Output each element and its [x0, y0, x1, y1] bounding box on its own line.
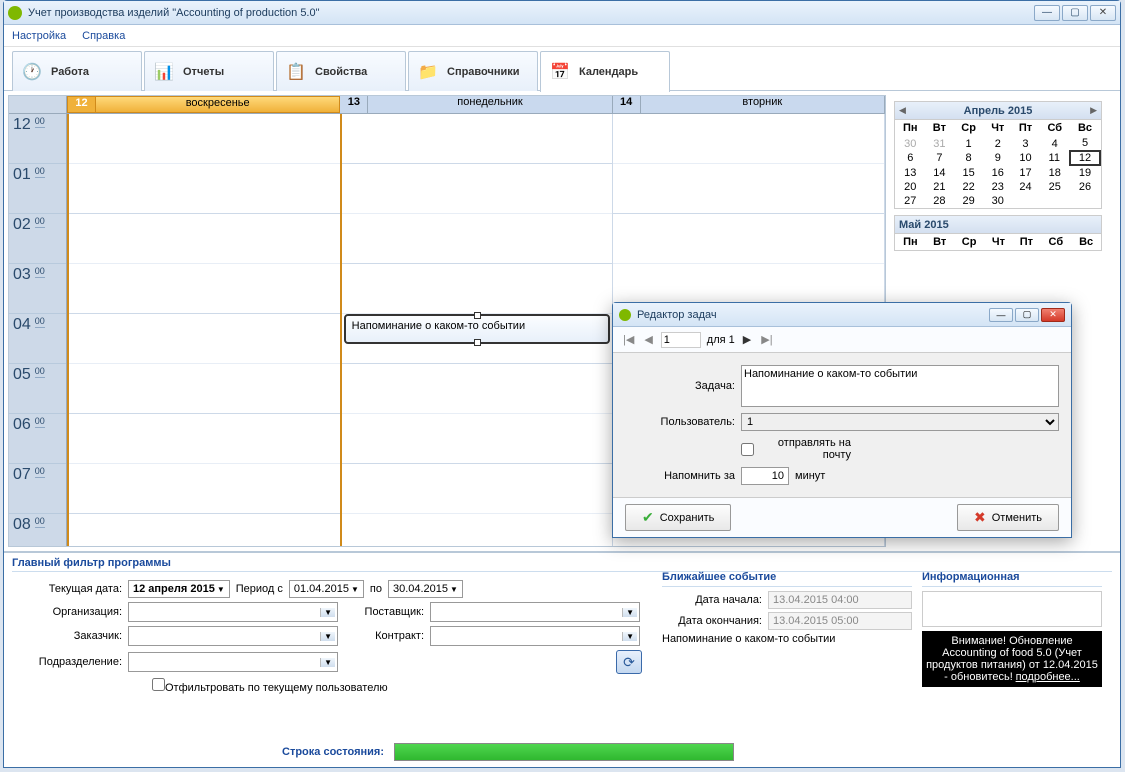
current-date-label: Текущая дата:: [12, 583, 122, 595]
cancel-button[interactable]: ✖Отменить: [957, 504, 1059, 531]
status-label: Строка состояния:: [282, 746, 384, 758]
nav-first-icon[interactable]: |◀: [621, 333, 636, 346]
month-may-table[interactable]: ПнВтСрЧтПтСбВс: [895, 234, 1101, 250]
filter-title: Главный фильтр программы: [12, 557, 1112, 572]
period-from-label: Период с: [236, 583, 283, 595]
clipboard-icon: 📋: [285, 61, 307, 83]
check-icon: ✔: [642, 509, 654, 526]
nearest-start: 13.04.2015 04:00: [768, 591, 912, 609]
tab-work[interactable]: 🕐Работа: [12, 51, 142, 91]
send-mail-checkbox[interactable]: отправлять на почту: [741, 437, 851, 461]
app-icon: [8, 6, 22, 20]
remind-spinner[interactable]: [741, 467, 789, 485]
dialog-close-button[interactable]: ✕: [1041, 308, 1065, 322]
tabstrip: 🕐Работа 📊Отчеты 📋Свойства 📁Справочники 📅…: [4, 47, 1120, 91]
dialog-minimize-button[interactable]: —: [989, 308, 1013, 322]
info-title: Информационная: [922, 571, 1102, 587]
remind-unit: минут: [795, 470, 825, 482]
supplier-label: Поставщик:: [344, 606, 424, 618]
window-title: Учет производства изделий "Accounting of…: [28, 7, 1034, 19]
dialog-app-icon: [619, 309, 631, 321]
task-textarea[interactable]: Напоминание о каком-то событии: [741, 365, 1059, 407]
calendar-event[interactable]: Напоминание о каком-то событии: [344, 314, 611, 344]
supplier-combo[interactable]: ▼: [430, 602, 640, 622]
day-column-12[interactable]: [67, 114, 342, 546]
chart-icon: 📊: [153, 61, 175, 83]
minimize-button[interactable]: —: [1034, 5, 1060, 21]
clock-icon: 🕐: [21, 61, 43, 83]
tab-references[interactable]: 📁Справочники: [408, 51, 538, 91]
nearest-start-label: Дата начала:: [662, 594, 762, 606]
period-from-picker[interactable]: 01.04.2015▼: [289, 580, 364, 598]
month-prev[interactable]: ◀: [899, 105, 906, 116]
nav-page-input[interactable]: [661, 332, 701, 348]
nearest-text: Напоминание о каком-то событии: [662, 633, 835, 645]
contract-label: Контракт:: [344, 630, 424, 642]
customer-label: Заказчик:: [12, 630, 122, 642]
customer-combo[interactable]: ▼: [128, 626, 338, 646]
nav-last-icon[interactable]: ▶|: [759, 333, 774, 346]
filter-by-user-checkbox[interactable]: Отфильтровать по текущему пользователю: [152, 678, 388, 694]
period-to-label: по: [370, 583, 382, 595]
day-header-12[interactable]: 12воскресенье: [67, 96, 340, 113]
task-editor-dialog: Редактор задач — ▢ ✕ |◀ ◀ для 1 ▶ ▶| Зад…: [612, 302, 1072, 538]
tab-reports[interactable]: 📊Отчеты: [144, 51, 274, 91]
nav-next-icon[interactable]: ▶: [741, 333, 753, 346]
day-column-13[interactable]: Напоминание о каком-то событии: [342, 114, 614, 546]
event-text: Напоминание о каком-то событии: [352, 320, 525, 332]
folder-icon: 📁: [417, 61, 439, 83]
organization-label: Организация:: [12, 606, 122, 618]
nav-prev-icon[interactable]: ◀: [642, 333, 654, 346]
month-may: Май 2015 ПнВтСрЧтПтСбВс: [894, 215, 1102, 251]
close-button[interactable]: ✕: [1090, 5, 1116, 21]
menubar: Настройка Справка: [4, 25, 1120, 47]
nearest-end: 13.04.2015 05:00: [768, 612, 912, 630]
day-header-13[interactable]: 13понедельник: [340, 96, 612, 113]
month-april-table[interactable]: ПнВтСрЧтПтСбВс30311234567891011121314151…: [895, 120, 1101, 208]
refresh-button[interactable]: ⟳: [616, 650, 642, 674]
dialog-maximize-button[interactable]: ▢: [1015, 308, 1039, 322]
current-date-picker[interactable]: 12 апреля 2015▼: [128, 580, 230, 598]
dialog-title: Редактор задач: [637, 309, 989, 321]
month-title: Апрель 2015: [964, 105, 1033, 117]
menu-help[interactable]: Справка: [82, 30, 125, 42]
maximize-button[interactable]: ▢: [1062, 5, 1088, 21]
info-message: Внимание! Обновление Accounting of food …: [922, 631, 1102, 687]
month-april: ◀ Апрель 2015 ▶ ПнВтСрЧтПтСбВс3031123456…: [894, 101, 1102, 209]
menu-settings[interactable]: Настройка: [12, 30, 66, 42]
info-link[interactable]: подробнее...: [1016, 671, 1080, 683]
task-label: Задача:: [625, 380, 735, 392]
user-select[interactable]: 1: [741, 413, 1059, 431]
nearest-end-label: Дата окончания:: [662, 615, 762, 627]
tab-calendar[interactable]: 📅Календарь: [540, 51, 670, 92]
month-next[interactable]: ▶: [1090, 105, 1097, 116]
nearest-title: Ближайшее событие: [662, 571, 912, 587]
nav-for-label: для 1: [707, 334, 735, 346]
titlebar: Учет производства изделий "Accounting of…: [4, 1, 1120, 25]
department-combo[interactable]: ▼: [128, 652, 338, 672]
remind-label: Напомнить за: [625, 470, 735, 482]
info-banner: [922, 591, 1102, 627]
progress-bar: [394, 743, 734, 761]
tab-properties[interactable]: 📋Свойства: [276, 51, 406, 91]
calendar-icon: 📅: [549, 61, 571, 83]
contract-combo[interactable]: ▼: [430, 626, 640, 646]
organization-combo[interactable]: ▼: [128, 602, 338, 622]
cross-icon: ✖: [974, 509, 986, 526]
day-header-14[interactable]: 14вторник: [613, 96, 885, 113]
department-label: Подразделение:: [12, 656, 122, 668]
dialog-navbar: |◀ ◀ для 1 ▶ ▶|: [613, 327, 1071, 353]
period-to-picker[interactable]: 30.04.2015▼: [388, 580, 463, 598]
month-may-title: Май 2015: [899, 219, 949, 231]
save-button[interactable]: ✔Сохранить: [625, 504, 731, 531]
user-label: Пользователь:: [625, 416, 735, 428]
